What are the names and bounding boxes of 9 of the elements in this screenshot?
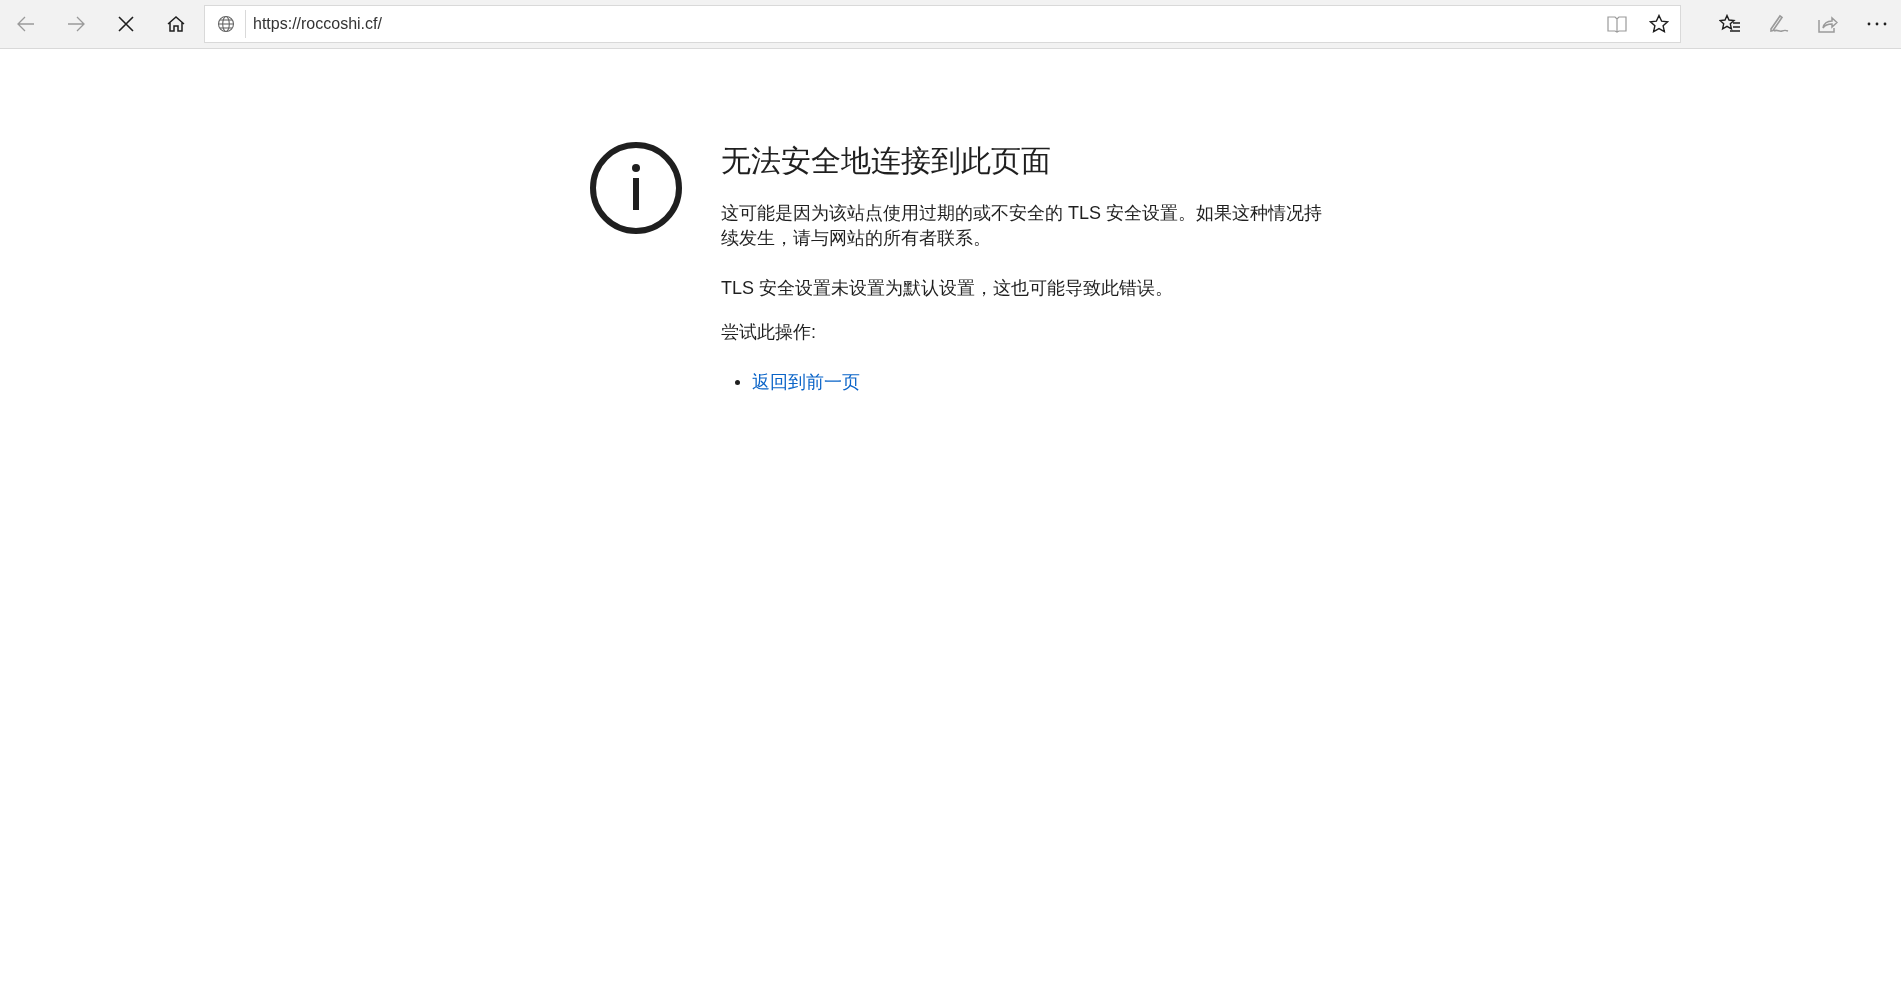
info-icon	[589, 141, 683, 235]
address-bar[interactable]: https://roccoshi.cf/	[204, 5, 1681, 43]
back-link[interactable]: 返回到前一页	[752, 369, 860, 395]
error-title: 无法安全地连接到此页面	[721, 143, 1052, 179]
description-text: TLS 安全设置未设置为默认设置，这也可能导致此错误。	[721, 277, 1174, 300]
prompt-text: 尝试此操作:	[721, 321, 817, 344]
globe-icon	[217, 15, 235, 33]
description-text: 这可能是因为该站点使用过期的或不安全的 TLS 安全设置。如果这种情况持续发生，请与网站的所有者联系。	[721, 202, 1323, 250]
bullet-icon	[735, 379, 740, 385]
